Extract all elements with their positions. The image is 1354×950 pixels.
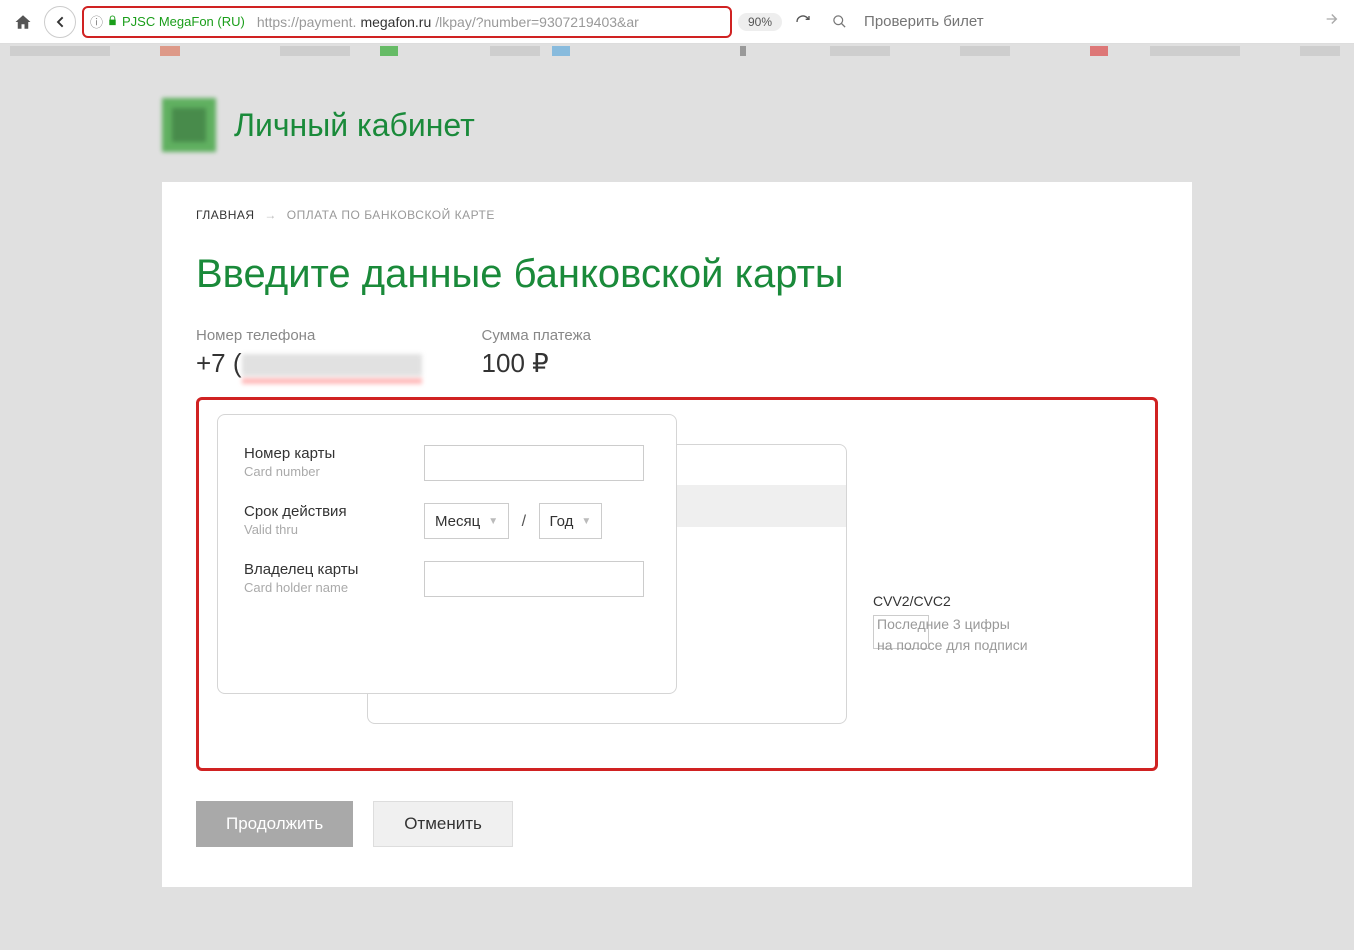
card-number-label-en: Card number xyxy=(244,464,404,479)
cancel-button[interactable]: Отменить xyxy=(373,801,513,847)
amount-value: 100 ₽ xyxy=(482,348,591,379)
card-front: Номер карты Card number Срок действия Va… xyxy=(217,414,677,694)
search-input[interactable] xyxy=(860,9,1314,34)
card-number-input[interactable] xyxy=(424,445,644,481)
page-title: Введите данные банковской карты xyxy=(196,252,1158,297)
card-number-label: Номер карты xyxy=(244,445,404,462)
card-holder-input[interactable] xyxy=(424,561,644,597)
lock-icon xyxy=(107,15,118,29)
chevron-down-icon: ▼ xyxy=(488,516,498,527)
holder-label-en: Card holder name xyxy=(244,580,404,595)
date-separator: / xyxy=(522,513,526,531)
year-select[interactable]: Год▼ xyxy=(539,503,603,539)
holder-label: Владелец карты xyxy=(244,561,404,578)
phone-label: Номер телефона xyxy=(196,327,422,344)
info-icon[interactable]: ⓘ xyxy=(90,12,103,31)
back-button[interactable] xyxy=(44,6,76,38)
breadcrumb-current: ОПЛАТА ПО БАНКОВСКОЙ КАРТЕ xyxy=(287,208,495,222)
address-bar[interactable]: ⓘ PJSC MegaFon (RU) https://payment.mega… xyxy=(82,6,732,38)
tab-strip xyxy=(0,44,1354,58)
home-icon[interactable] xyxy=(8,7,38,37)
url-prefix: https://payment. xyxy=(257,14,357,30)
breadcrumb-sep: → xyxy=(264,208,277,222)
breadcrumb-home[interactable]: ГЛАВНАЯ xyxy=(196,208,255,222)
valid-thru-label: Срок действия xyxy=(244,503,404,520)
amount-label: Сумма платежа xyxy=(482,327,591,344)
main-content: ГЛАВНАЯ → ОПЛАТА ПО БАНКОВСКОЙ КАРТЕ Вве… xyxy=(162,182,1192,887)
payment-summary: Номер телефона +7 ( Сумма платежа 100 ₽ xyxy=(196,327,1158,379)
site-header: Личный кабинет xyxy=(162,58,1192,182)
card-form-highlight: CVV2/CVC2 Последние 3 цифры на полосе дл… xyxy=(196,397,1158,771)
zoom-indicator[interactable]: 90% xyxy=(738,13,782,31)
site-title: Личный кабинет xyxy=(234,107,475,144)
url-domain: megafon.ru xyxy=(360,14,431,30)
ssl-cert-name: PJSC MegaFon (RU) xyxy=(122,14,245,29)
logo xyxy=(162,98,216,152)
cvv-hint: Последние 3 цифры на полосе для подписи xyxy=(877,614,1028,656)
url-path: /lkpay/?number=9307219403&ar xyxy=(435,14,639,30)
form-actions: Продолжить Отменить xyxy=(196,801,1158,847)
phone-value: +7 ( xyxy=(196,348,422,379)
breadcrumb: ГЛАВНАЯ → ОПЛАТА ПО БАНКОВСКОЙ КАРТЕ xyxy=(196,208,1158,222)
continue-button[interactable]: Продолжить xyxy=(196,801,353,847)
month-select[interactable]: Месяц▼ xyxy=(424,503,509,539)
search-icon xyxy=(824,7,854,37)
browser-toolbar: ⓘ PJSC MegaFon (RU) https://payment.mega… xyxy=(0,0,1354,44)
chevron-down-icon: ▼ xyxy=(581,516,591,527)
cvv-label: CVV2/CVC2 xyxy=(873,593,951,609)
valid-thru-label-en: Valid thru xyxy=(244,522,404,537)
reload-button[interactable] xyxy=(788,7,818,37)
go-arrow-icon[interactable] xyxy=(1324,11,1340,32)
